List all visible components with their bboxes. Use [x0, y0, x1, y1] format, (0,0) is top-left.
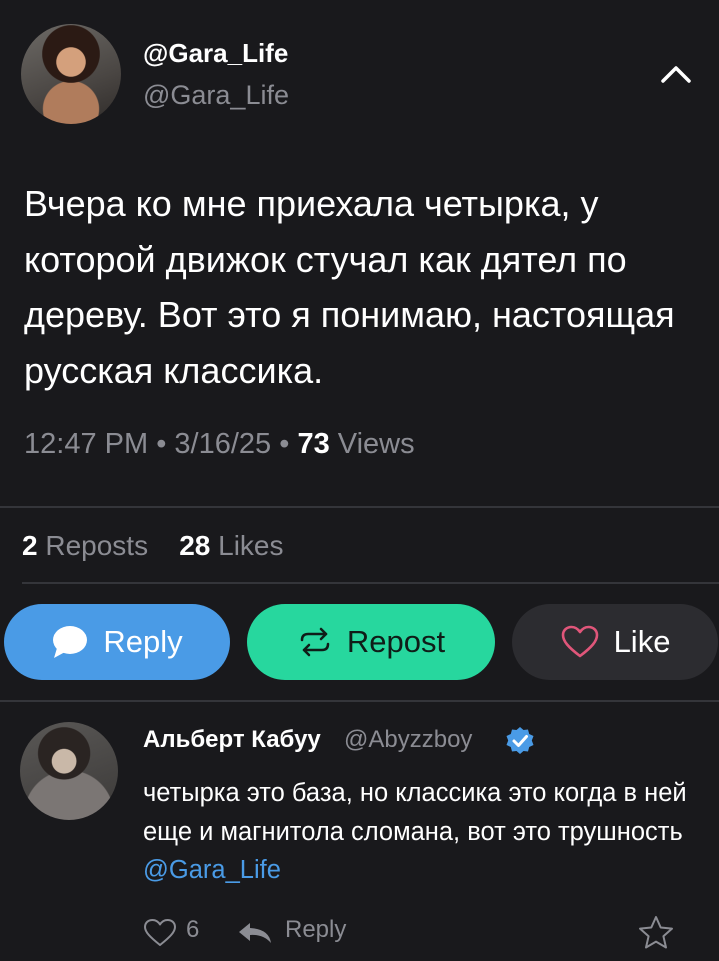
meta-separator: •: [156, 428, 167, 460]
post-time: 12:47 PM: [24, 428, 149, 460]
post-meta: 12:47 PM • 3/16/25 • 73 Views: [24, 428, 415, 461]
heart-outline-icon[interactable]: [143, 918, 177, 948]
reply-button-label: Reply: [103, 624, 183, 659]
meta-separator: •: [279, 428, 290, 460]
reposts-stat[interactable]: 2 Reposts: [22, 530, 148, 561]
verified-badge-icon: [506, 727, 534, 754]
likes-label: Likes: [218, 530, 284, 561]
like-button-label: Like: [613, 624, 671, 659]
author-avatar[interactable]: [21, 24, 121, 124]
divider: [22, 582, 719, 584]
author-display-name[interactable]: @Gara_Life: [143, 38, 288, 69]
views-count: 73: [297, 428, 330, 460]
reply-arrow-icon[interactable]: [237, 920, 273, 946]
likes-stat[interactable]: 28 Likes: [179, 530, 283, 561]
commenter-avatar[interactable]: [20, 722, 118, 820]
post-text: Вчера ко мне приехала четырка, у которой…: [24, 183, 675, 391]
commenter-handle[interactable]: @Abyzzboy: [344, 726, 472, 754]
like-button[interactable]: Like: [512, 604, 718, 680]
reposts-label: Reposts: [45, 530, 149, 561]
comment-likes-count: 6: [186, 916, 200, 943]
author-handle[interactable]: @Gara_Life: [143, 80, 289, 111]
post-date: 3/16/25: [174, 428, 272, 460]
comment-body: четырка это база, но классика это когда …: [143, 779, 687, 846]
reposts-count: 2: [22, 530, 38, 561]
post-stats: 2 Reposts 28 Likes: [22, 530, 284, 562]
mention-link[interactable]: @Gara_Life: [143, 856, 281, 884]
heart-icon: [561, 625, 598, 658]
repost-button[interactable]: Repost: [247, 604, 495, 680]
likes-count: 28: [179, 530, 211, 561]
star-outline-icon[interactable]: [637, 914, 675, 952]
comment-text: четырка это база, но классика это когда …: [143, 774, 713, 890]
reply-button[interactable]: Reply: [4, 604, 230, 680]
commenter-name[interactable]: Альберт Кабуу: [143, 726, 321, 754]
repost-arrows-icon: [300, 627, 330, 657]
views-label: Views: [337, 428, 415, 460]
divider: [0, 506, 719, 508]
chevron-up-icon[interactable]: [660, 64, 692, 84]
speech-bubble-icon: [53, 626, 88, 658]
repost-button-label: Repost: [346, 624, 446, 659]
comment-reply-button[interactable]: Reply: [285, 916, 346, 944]
divider: [0, 700, 719, 702]
